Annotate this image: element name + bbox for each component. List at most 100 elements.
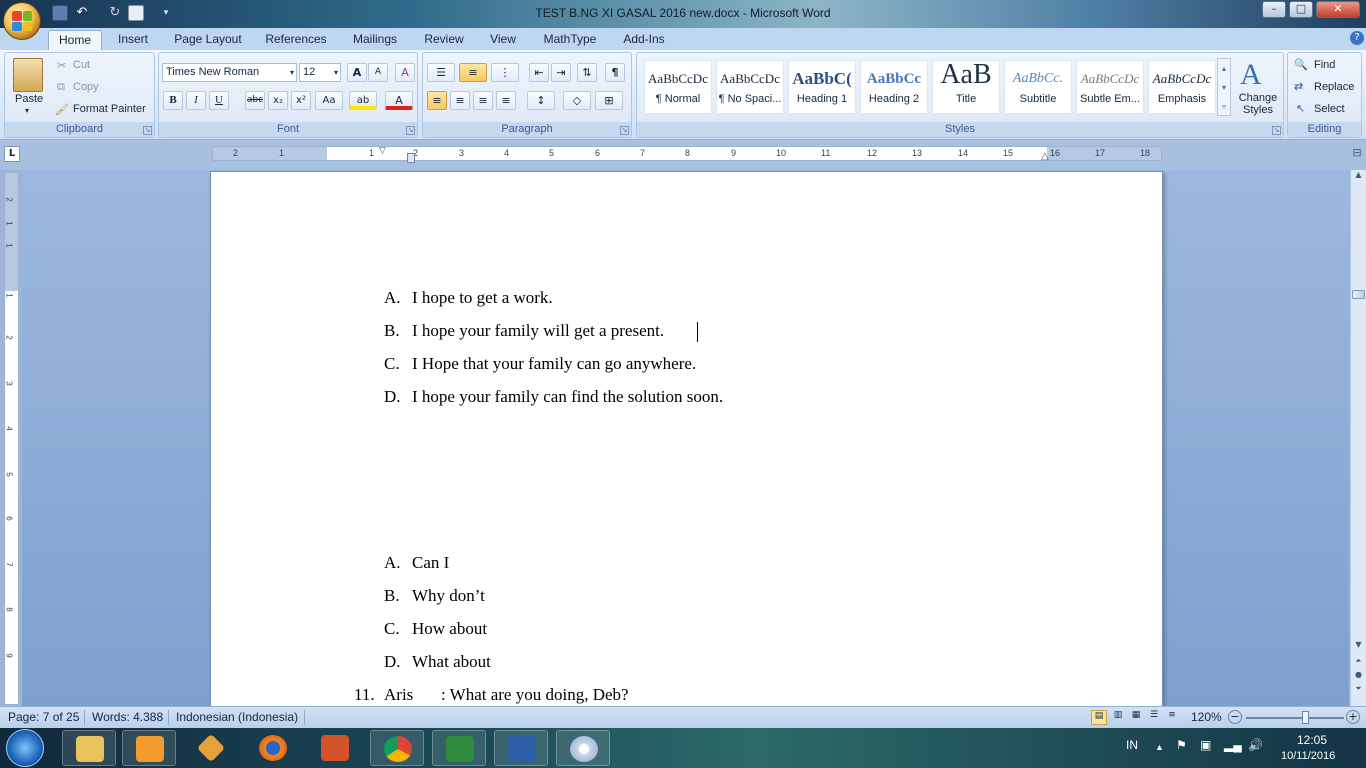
style-heading-2[interactable]: AaBbCc Heading 2 [860,60,928,114]
clock-date[interactable]: 10/11/2016 [1281,750,1335,762]
show-hidden-icons-icon[interactable]: ▲ [1155,742,1164,752]
zoom-slider-thumb[interactable] [1302,711,1309,724]
align-right-icon[interactable]: ≡ [473,91,493,110]
highlight-button[interactable]: ab [349,91,377,110]
view-ruler-icon[interactable]: ⊟ [1350,146,1364,162]
subscript-button[interactable]: x₂ [268,91,288,110]
outline-icon[interactable]: ☰ [1146,710,1162,725]
tab-add-ins[interactable]: Add-Ins [616,30,672,50]
right-indent-icon[interactable]: △ [1041,151,1049,162]
select-button[interactable]: Select [1314,103,1345,115]
change-styles-button[interactable]: Change Styles [1238,92,1278,116]
show-marks-button[interactable]: ¶ [605,63,625,82]
replace-button[interactable]: Replace [1314,81,1354,93]
format-painter-button[interactable]: Format Painter [73,103,146,115]
previous-page-icon[interactable]: ⏶ [1352,656,1365,668]
select-browse-object-icon[interactable]: ● [1352,670,1365,682]
taskbar-explorer[interactable] [62,730,116,766]
word-count[interactable]: Words: 4.388 [92,710,163,724]
style-emphasis[interactable]: AaBbCcDc Emphasis [1148,60,1216,114]
network-icon[interactable]: ▣ [1200,738,1211,752]
italic-button[interactable]: I [186,91,206,110]
input-language[interactable]: IN [1126,738,1138,752]
draft-icon[interactable]: ≡ [1164,710,1180,725]
tab-selector[interactable]: L [4,146,20,162]
start-button-icon[interactable] [6,729,44,767]
font-size-combo[interactable]: 12 ▾ [299,63,341,82]
paste-button[interactable]: Paste [15,93,43,105]
tab-home[interactable]: Home [48,30,102,50]
style-subtitle[interactable]: AaBbCc. Subtitle [1004,60,1072,114]
tab-review[interactable]: Review [418,30,470,50]
justify-icon[interactable]: ≡ [496,91,516,110]
tab-mathtype[interactable]: MathType [538,30,602,50]
find-button[interactable]: Find [1314,59,1335,71]
change-case-button[interactable]: Aa [315,91,343,110]
tab-view[interactable]: View [482,30,524,50]
zoom-in-icon[interactable]: + [1346,710,1360,724]
styles-launcher-icon[interactable]: ↘ [1272,126,1281,135]
shrink-font-button[interactable]: A [368,63,388,82]
taskbar-paint[interactable] [556,730,610,766]
undo-icon[interactable]: ↶ [74,5,90,21]
paste-dropdown-icon[interactable]: ▾ [25,106,29,115]
vertical-ruler[interactable]: 2 1 1 1 2 3 4 5 6 7 8 9 [4,172,19,705]
signal-icon[interactable]: ▂▄ [1224,738,1242,752]
sort-icon[interactable]: ⇅ [577,63,597,82]
style-title[interactable]: AaB Title [932,60,1000,114]
cut-button[interactable]: Cut [73,59,90,71]
tab-insert[interactable]: Insert [108,30,158,50]
tab-mailings[interactable]: Mailings [344,30,406,50]
taskbar-powerpoint[interactable] [308,730,362,766]
clock-time[interactable]: 12:05 [1297,733,1327,747]
minimize-button[interactable]: – [1262,1,1286,18]
zoom-slider[interactable] [1246,717,1344,719]
zoom-level[interactable]: 120% [1191,710,1222,724]
borders-icon[interactable]: ⊞ [595,91,623,110]
save-icon[interactable] [52,5,68,21]
full-screen-reading-icon[interactable]: ▥ [1110,710,1126,725]
taskbar-app[interactable] [184,730,238,766]
redo-icon[interactable]: ↻ [107,5,123,21]
paragraph-launcher-icon[interactable]: ↘ [620,126,629,135]
copy-button[interactable]: Copy [73,81,99,93]
bullets-icon[interactable]: ☰ [427,63,455,82]
taskbar-word[interactable] [494,730,548,766]
taskbar-excel[interactable] [432,730,486,766]
superscript-button[interactable]: x² [291,91,311,110]
help-icon[interactable]: ? [1350,31,1364,45]
taskbar-chrome[interactable] [370,730,424,766]
style-normal[interactable]: AaBbCcDc ¶ Normal [644,60,712,114]
zoom-out-icon[interactable]: − [1228,710,1242,724]
indent-marker[interactable] [407,153,415,163]
vertical-scrollbar[interactable]: ▲ ▼ ⏶ ● ⏷ [1350,170,1366,706]
line-spacing-icon[interactable]: ↕ [527,91,555,110]
bold-button[interactable]: B [163,91,183,110]
volume-icon[interactable]: 🔊 [1248,738,1263,752]
increase-indent-icon[interactable]: ⇥ [551,63,571,82]
print-layout-icon[interactable]: ▤ [1091,710,1107,725]
page-count[interactable]: Page: 7 of 25 [8,710,79,724]
office-button[interactable] [3,2,41,40]
grow-font-button[interactable]: A [347,63,367,82]
taskbar-firefox[interactable] [246,730,300,766]
scroll-up-icon[interactable]: ▲ [1352,170,1365,184]
web-layout-icon[interactable]: ▦ [1128,710,1144,725]
style-subtle-emphasis[interactable]: AaBbCcDc Subtle Em... [1076,60,1144,114]
font-launcher-icon[interactable]: ↘ [406,126,415,135]
document-page[interactable] [210,171,1163,711]
print-preview-icon[interactable] [128,5,144,21]
align-left-icon[interactable]: ≡ [427,91,447,110]
font-name-combo[interactable]: Times New Roman ▾ [162,63,297,82]
maximize-button[interactable]: □ [1289,1,1313,18]
font-color-button[interactable]: A [385,91,413,110]
language[interactable]: Indonesian (Indonesia) [176,710,298,724]
strikethrough-button[interactable]: abc [245,91,265,110]
horizontal-ruler[interactable]: 2 1 1 2 3 4 5 6 7 8 9 10 11 12 13 14 15 16 17 18 [212,146,1162,161]
close-button[interactable]: ✕ [1316,1,1360,18]
scroll-down-icon[interactable]: ▼ [1352,640,1365,652]
decrease-indent-icon[interactable]: ⇤ [529,63,549,82]
styles-gallery-scroll[interactable]: ▴ ▾ ▿ [1217,58,1231,116]
style-no-spacing[interactable]: AaBbCcDc ¶ No Spaci... [716,60,784,114]
align-center-icon[interactable]: ≡ [450,91,470,110]
